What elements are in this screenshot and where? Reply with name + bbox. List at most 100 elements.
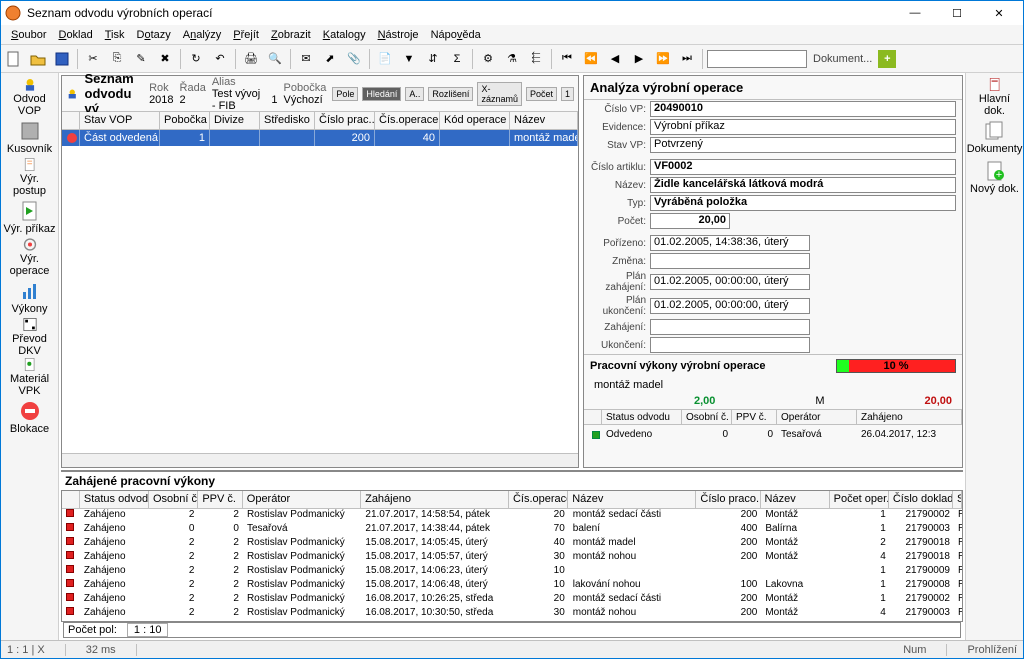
minimize-button[interactable]: —	[895, 2, 935, 24]
tool2-icon[interactable]: ⚗	[501, 48, 523, 70]
attach-icon[interactable]: 📎	[343, 48, 365, 70]
tool-novy-dok[interactable]: +Nový dok.	[968, 157, 1022, 197]
evidence-field[interactable]: Výrobní příkaz	[650, 119, 956, 135]
plan-zah-field[interactable]: 01.02.2005, 00:00:00, úterý	[650, 274, 810, 290]
save-icon[interactable]	[51, 48, 73, 70]
nav-prev-page-icon[interactable]: ⏪	[580, 48, 602, 70]
pocet-pol-label: Počet pol:	[68, 624, 117, 636]
hledani-box[interactable]: Hledání	[362, 87, 401, 101]
menu-doklad[interactable]: Doklad	[52, 27, 98, 43]
lower-row[interactable]: Zahájeno22Rostislav Podmanický15.08.2017…	[62, 579, 962, 593]
tool-prevod-dkv[interactable]: Převod DKV	[3, 317, 57, 357]
menu-zobrazit[interactable]: Zobrazit	[265, 27, 317, 43]
export-icon[interactable]: ⬈	[319, 48, 341, 70]
left-toolbar: Odvod VOPKusovníkVýr. postupVýr. příkazV…	[1, 73, 59, 640]
sum-icon[interactable]: Σ	[446, 48, 468, 70]
maximize-button[interactable]: ☐	[937, 2, 977, 24]
tool3-icon[interactable]: ⬱	[525, 48, 547, 70]
edit-icon[interactable]: ✎	[130, 48, 152, 70]
search-input[interactable]	[707, 50, 807, 68]
odvod-vop-icon	[19, 77, 41, 92]
pocet-field[interactable]: 20,00	[650, 213, 730, 229]
nav-first-icon[interactable]: ⏮	[556, 48, 578, 70]
grid-body[interactable]: Část odvedená 1 200 40 montáž madel	[62, 130, 578, 453]
grid-hscroll[interactable]	[62, 453, 578, 467]
perf-name: montáž madel	[584, 377, 962, 393]
copy-icon[interactable]: ⎘	[106, 48, 128, 70]
tool-vyr-prikaz[interactable]: Výr. příkaz	[3, 197, 57, 237]
lower-row[interactable]: Zahájeno22Rostislav Podmanický15.08.2017…	[62, 565, 962, 579]
document-label: Dokument...	[813, 53, 872, 65]
plan-uk-field[interactable]: 01.02.2005, 00:00:00, úterý	[650, 298, 810, 314]
nav-next-page-icon[interactable]: ⏩	[652, 48, 674, 70]
analysis-title: Analýza výrobní operace	[584, 76, 962, 100]
a-box[interactable]: A..	[405, 87, 424, 101]
lower-row[interactable]: Zahájeno22Rostislav Podmanický15.08.2017…	[62, 551, 962, 565]
filter-icon[interactable]: ▼	[398, 48, 420, 70]
tool-material-vpk[interactable]: Materiál VPK	[3, 357, 57, 397]
lower-row[interactable]: Zahájeno22Rostislav Podmanický21.07.2017…	[62, 509, 962, 523]
tool-vyr-postup[interactable]: Výr. postup	[3, 157, 57, 197]
menu-tisk[interactable]: Tisk	[99, 27, 131, 43]
doc-icon[interactable]: 📄	[374, 48, 396, 70]
grid-row[interactable]: Část odvedená 1 200 40 montáž madel	[62, 130, 578, 146]
nav-last-icon[interactable]: ⏭	[676, 48, 698, 70]
status-red-icon	[66, 509, 74, 517]
ukonceni-field[interactable]	[650, 337, 810, 353]
dokumenty-icon	[984, 120, 1006, 142]
lower-row[interactable]: Zahájeno22Rostislav Podmanický16.08.2017…	[62, 607, 962, 621]
stav-vp-field[interactable]: Potvrzený	[650, 137, 956, 153]
nav-prev-icon[interactable]: ◀	[604, 48, 626, 70]
tool-blokace[interactable]: Blokace	[3, 397, 57, 437]
row-icon	[66, 132, 78, 144]
lower-title: Zahájené pracovní výkony	[61, 472, 963, 490]
nav-next-icon[interactable]: ▶	[628, 48, 650, 70]
menu-prejit[interactable]: Přejít	[227, 27, 265, 43]
lower-row[interactable]: Zahájeno22Rostislav Podmanický16.08.2017…	[62, 593, 962, 607]
add-document-button[interactable]: +	[878, 50, 896, 68]
undo-icon[interactable]: ↶	[209, 48, 231, 70]
menu-analyzy[interactable]: Analýzy	[177, 27, 228, 43]
blokace-icon	[19, 400, 41, 422]
cut-icon[interactable]: ✂	[82, 48, 104, 70]
pocet-value: 1	[561, 87, 574, 101]
menu-dotazy[interactable]: Dotazy	[131, 27, 177, 43]
new-doc-icon[interactable]	[3, 48, 25, 70]
close-button[interactable]: ✕	[979, 2, 1019, 24]
perf-row[interactable]: Odvedeno 0 0 Tesařová 26.04.2017, 12:3	[584, 425, 962, 444]
menu-katalogy[interactable]: Katalogy	[317, 27, 372, 43]
cislo-art-field[interactable]: VF0002	[650, 159, 956, 175]
sort-icon[interactable]: ⇵	[422, 48, 444, 70]
menu-soubor[interactable]: Soubor	[5, 27, 52, 43]
open-icon[interactable]	[27, 48, 49, 70]
nazev-field[interactable]: Židle kancelářská látková modrá	[650, 177, 956, 193]
zahajeni-field[interactable]	[650, 319, 810, 335]
lower-grid[interactable]: Status odvodu Osobní č. PPV č. Operátor …	[61, 490, 963, 622]
tool-vyr-operace[interactable]: Výr. operace	[3, 237, 57, 277]
xzaznamu-box: X-záznamů	[477, 82, 522, 106]
tool-hlavni-dok[interactable]: Hlavní dok.	[968, 77, 1022, 117]
typ-field[interactable]: Vyráběná položka	[650, 195, 956, 211]
rozliseni-box: Rozlišení	[428, 87, 473, 101]
lower-row[interactable]: Zahájeno22Rostislav Podmanický15.08.2017…	[62, 537, 962, 551]
delete-icon[interactable]: ✖	[154, 48, 176, 70]
tool-odvod-vop[interactable]: Odvod VOP	[3, 77, 57, 117]
mail-icon[interactable]: ✉	[295, 48, 317, 70]
status-red-icon	[66, 537, 74, 545]
tool-kusovnik[interactable]: Kusovník	[3, 117, 57, 157]
tool-vykony[interactable]: Výkony	[3, 277, 57, 317]
tool-dokumenty[interactable]: Dokumenty	[968, 117, 1022, 157]
print-icon[interactable]: 🖨	[240, 48, 262, 70]
preview-icon[interactable]: 🔍	[264, 48, 286, 70]
menu-nastroje[interactable]: Nástroje	[372, 27, 425, 43]
grid-title: Seznam odvodu vý	[85, 73, 138, 116]
refresh-icon[interactable]: ↻	[185, 48, 207, 70]
perf-title: Pracovní výkony výrobní operace	[590, 360, 765, 372]
tool1-icon[interactable]: ⚙	[477, 48, 499, 70]
vyr-prikaz-icon	[19, 200, 41, 222]
lower-row[interactable]: Zahájeno00Tesařová21.07.2017, 14:38:44, …	[62, 523, 962, 537]
cislo-vp-field[interactable]: 20490010	[650, 101, 956, 117]
zmena-field[interactable]	[650, 253, 810, 269]
menu-napoveda[interactable]: Nápověda	[425, 27, 487, 43]
porizeno-field[interactable]: 01.02.2005, 14:38:36, úterý	[650, 235, 810, 251]
